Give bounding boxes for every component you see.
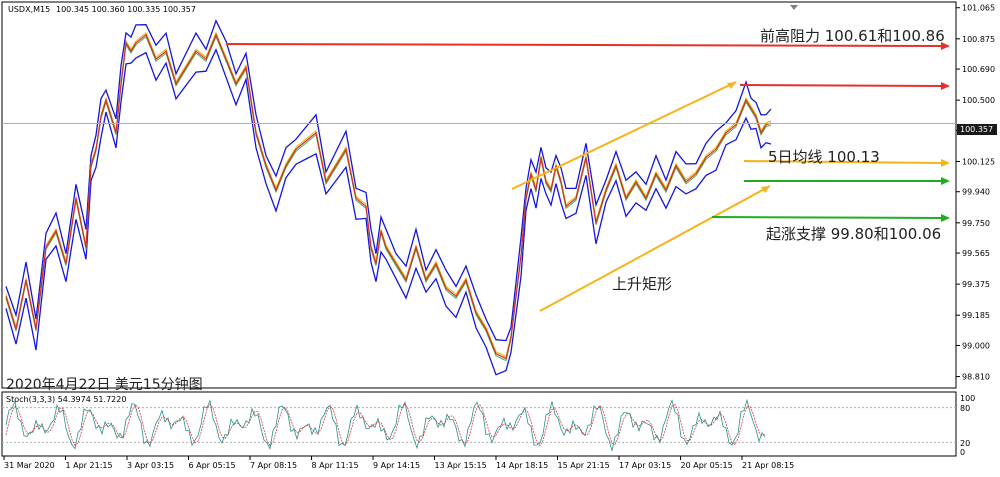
oscillator-label: Stoch(3,3,3) 54.3974 51.7220 xyxy=(6,395,126,404)
resistance-line-low xyxy=(739,84,945,87)
time-tick-label: 8 Apr 11:15 xyxy=(312,461,359,470)
price-panel-frame xyxy=(1,1,957,389)
chart-canvas: USDX,M15 100.345 100.360 100.335 100.357… xyxy=(1,1,997,470)
price-tick-label: 98.810 xyxy=(962,373,990,382)
price-tick-label: 100.125 xyxy=(962,157,995,166)
price-tick-label: 100.690 xyxy=(962,65,995,74)
osc-level-20: 20 xyxy=(960,439,970,448)
support-line-lower xyxy=(711,216,945,219)
osc-level-80: 80 xyxy=(960,404,970,413)
price-tick-label: 99.565 xyxy=(962,249,990,258)
channel-annotation: 上升矩形 xyxy=(612,275,672,293)
chart-caption: 2020年4月22日 美元15分钟图 xyxy=(6,376,203,393)
current-price-tag: 100.357 xyxy=(957,124,997,135)
time-tick-label: 9 Apr 14:15 xyxy=(373,461,420,470)
osc-level-0: 0 xyxy=(960,448,965,457)
osc-level-100: 100 xyxy=(960,394,975,403)
oscillator-panel-frame xyxy=(1,391,957,457)
time-tick-label: 17 Apr 03:15 xyxy=(619,461,671,470)
ohlc-readout: 100.345 100.360 100.335 100.357 xyxy=(56,5,196,14)
time-tick-label: 20 Apr 05:15 xyxy=(681,461,733,470)
support-annotation: 起涨支撑 99.80和100.06 xyxy=(766,225,941,243)
time-tick-label: 31 Mar 2020 xyxy=(4,461,55,470)
resistance-annotation: 前高阻力 100.61和100.86 xyxy=(760,27,945,45)
chart-header: USDX,M15 100.345 100.360 100.335 100.357 xyxy=(8,5,196,14)
time-tick-label: 14 Apr 18:15 xyxy=(496,461,548,470)
time-tick-label: 13 Apr 15:15 xyxy=(435,461,487,470)
time-tick-label: 21 Apr 08:15 xyxy=(742,461,794,470)
time-tick-label: 1 Apr 21:15 xyxy=(66,461,113,470)
price-tick-label: 100.875 xyxy=(962,35,995,44)
time-tick-label: 6 Apr 05:15 xyxy=(189,461,236,470)
price-tick-label: 99.000 xyxy=(962,341,990,350)
price-tick-label: 99.375 xyxy=(962,280,990,289)
price-tick-label: 101.065 xyxy=(962,4,995,13)
price-axis: 101.065100.875100.690100.500100.315100.1… xyxy=(956,4,995,382)
time-tick-label: 3 Apr 03:15 xyxy=(127,461,174,470)
ma-annotation: 5日均线 100.13 xyxy=(768,148,880,166)
time-tick-label: 7 Apr 08:15 xyxy=(250,461,297,470)
time-axis: 31 Mar 2020 1 Apr 21:15 3 Apr 03:15 6 Apr 0… xyxy=(3,456,794,470)
price-tick-label: 99.750 xyxy=(962,219,990,228)
time-tick-label: 15 Apr 21:15 xyxy=(558,461,610,470)
price-tick-label: 99.185 xyxy=(962,311,990,320)
current-price-label: 100.357 xyxy=(960,125,993,134)
symbol-label: USDX,M15 xyxy=(8,5,50,14)
price-tick-label: 99.940 xyxy=(962,188,990,197)
price-tick-label: 100.500 xyxy=(962,96,995,105)
usdx-m15-chart: USDX,M15 100.345 100.360 100.335 100.357… xyxy=(0,0,1000,473)
